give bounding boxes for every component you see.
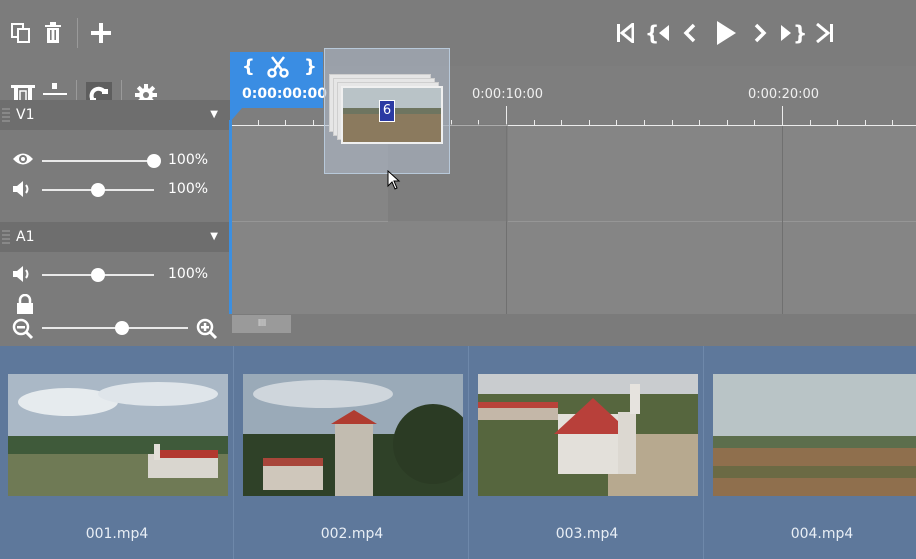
bin-item[interactable]: 003.mp4 (470, 346, 704, 559)
volume-slider-knob[interactable] (91, 268, 105, 282)
step-back-icon[interactable] (678, 20, 702, 46)
drag-handle[interactable] (2, 108, 10, 122)
clip-thumbnail (713, 374, 916, 496)
bracket-left: { (242, 56, 255, 77)
visibility-slider-row: 100% (12, 151, 222, 171)
bin-item[interactable]: 002.mp4 (235, 346, 469, 559)
plus-icon[interactable] (88, 20, 114, 46)
track-name: V1 (16, 107, 35, 123)
clip-thumbnail (243, 374, 463, 496)
bracket-right: } (304, 56, 317, 77)
media-bin: 001.mp4 002.mp4 003.mp4 004.mp4 (0, 346, 916, 559)
drag-count-badge: 6 (379, 100, 395, 122)
clip-thumbnail (478, 374, 698, 496)
next-marker-icon[interactable]: } (778, 20, 806, 46)
svg-text:}: } (793, 22, 805, 44)
skip-start-icon[interactable] (613, 20, 637, 46)
track-name: A1 (16, 229, 35, 245)
track-title-bar[interactable]: V1 ▼ (0, 100, 230, 130)
bin-item[interactable]: 001.mp4 (0, 346, 234, 559)
step-forward-icon[interactable] (748, 20, 772, 46)
drag-handle[interactable] (2, 230, 10, 244)
volume-slider-row: 100% (12, 265, 222, 285)
clip-name: 004.mp4 (790, 526, 854, 542)
zoom-out-icon[interactable] (12, 318, 34, 344)
clip-name: 003.mp4 (555, 526, 619, 542)
ruler-label: 0:00:20:00 (748, 87, 820, 102)
track-title-bar[interactable]: A1 ▼ (0, 222, 230, 252)
volume-slider-knob[interactable] (91, 183, 105, 197)
volume-value: 100% (168, 181, 209, 197)
visibility-slider-knob[interactable] (147, 154, 161, 168)
prev-marker-icon[interactable]: { (644, 20, 672, 46)
zoom-slider-knob[interactable] (115, 321, 130, 335)
playhead-timecode: 0:00:00:00 (242, 86, 327, 102)
playhead-tail (230, 108, 242, 122)
eye-icon[interactable] (12, 151, 36, 171)
speaker-icon[interactable] (12, 180, 36, 200)
chevron-down-icon[interactable]: ▼ (210, 109, 218, 120)
visibility-value: 100% (168, 152, 209, 168)
speaker-icon[interactable] (12, 265, 36, 285)
svg-text:{: { (645, 22, 659, 44)
toolbar-separator (77, 18, 78, 48)
visibility-slider-track[interactable] (42, 160, 154, 162)
volume-value: 100% (168, 266, 209, 282)
track-header-a1: A1 ▼ 100% (0, 222, 230, 314)
scissors-icon[interactable] (267, 56, 289, 82)
clip-name: 002.mp4 (320, 526, 384, 542)
chevron-down-icon[interactable]: ▼ (210, 231, 218, 242)
clip-thumbnail (8, 374, 228, 496)
horizontal-scrollbar-thumb[interactable]: IIII (232, 315, 291, 333)
ruler-label: 0:00:10:00 (472, 87, 544, 102)
zoom-scroll-row: IIII (0, 314, 916, 346)
play-icon[interactable] (712, 18, 740, 48)
ruler-tick (782, 106, 783, 126)
volume-slider-row: 100% (12, 180, 222, 200)
clip-name: 001.mp4 (85, 526, 149, 542)
trash-icon[interactable] (40, 20, 66, 46)
mouse-cursor-icon (387, 169, 401, 194)
skip-end-icon[interactable] (813, 20, 837, 46)
zoom-in-icon[interactable] (196, 318, 218, 344)
copy-icon[interactable] (8, 20, 34, 46)
playhead-line[interactable] (229, 120, 232, 314)
grid-line (782, 126, 783, 314)
bin-item[interactable]: 004.mp4 (705, 346, 916, 559)
top-toolbar: { } (0, 0, 916, 66)
playhead-handle[interactable]: { } 0:00:00:00 (230, 52, 327, 108)
track-header-v1: V1 ▼ 100% 100% (0, 100, 230, 222)
ruler-tick (506, 106, 507, 126)
audio-track-lane[interactable] (230, 222, 916, 314)
